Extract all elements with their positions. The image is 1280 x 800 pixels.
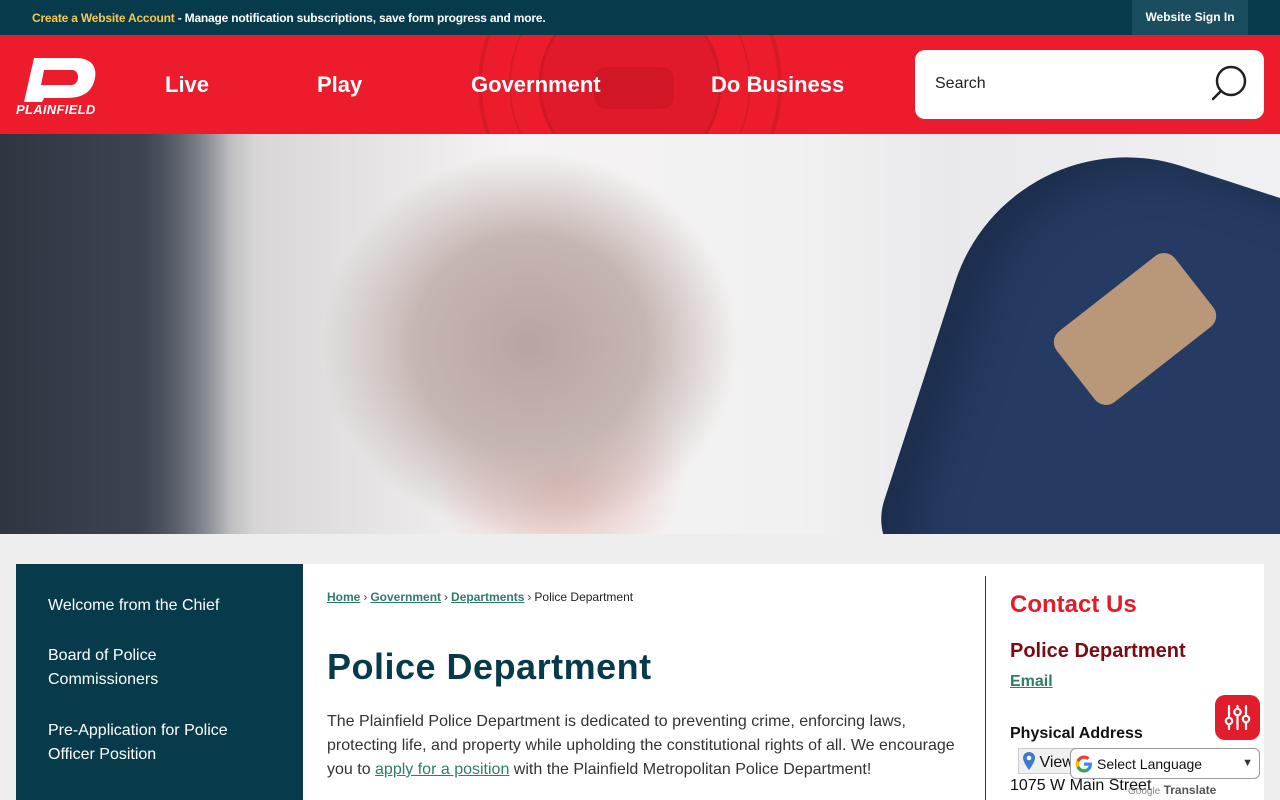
- sidebar-item-pre-application[interactable]: Pre-Application for Police Officer Posit…: [48, 719, 248, 767]
- website-sign-in-button[interactable]: Website Sign In: [1132, 0, 1248, 35]
- breadcrumb-separator: ›: [363, 590, 368, 604]
- search-input[interactable]: [935, 70, 1195, 98]
- translate-text: Translate: [1163, 783, 1217, 797]
- sidebar-nav: Welcome from the Chief Board of Police C…: [16, 564, 303, 800]
- language-select[interactable]: Select Language ▼: [1070, 748, 1260, 779]
- google-brand-text: Google: [1128, 786, 1161, 797]
- hero-left-shadow: [0, 134, 230, 534]
- nav-government[interactable]: Government: [471, 72, 601, 98]
- breadcrumb-home[interactable]: Home: [327, 590, 360, 604]
- search-box: [915, 50, 1264, 119]
- nav-play[interactable]: Play: [317, 72, 362, 98]
- intro-text-after: with the Plainfield Metropolitan Police …: [509, 761, 872, 778]
- breadcrumb-current: Police Department: [534, 590, 634, 604]
- breadcrumb-separator: ›: [444, 590, 449, 604]
- google-g-icon: [1075, 755, 1092, 773]
- contact-us-heading: Contact Us: [1010, 591, 1137, 618]
- select-language-label: Select Language: [1097, 756, 1203, 772]
- nav-do-business[interactable]: Do Business: [711, 72, 844, 98]
- intro-paragraph: The Plainfield Police Department is dedi…: [327, 710, 967, 782]
- sliders-icon: [1224, 704, 1251, 731]
- physical-address-label: Physical Address: [1010, 725, 1143, 742]
- account-message-text: - Manage notification subscriptions, sav…: [174, 11, 546, 25]
- breadcrumb-separator: ›: [527, 590, 532, 604]
- contact-department-name: Police Department: [1010, 640, 1186, 662]
- sidebar-item-board-commissioners[interactable]: Board of Police Commissioners: [48, 644, 228, 692]
- hero-banner-image: [0, 134, 1280, 534]
- contact-email-link[interactable]: Email: [1010, 673, 1053, 691]
- create-account-link[interactable]: Create a Website Account: [32, 11, 175, 25]
- breadcrumb-departments[interactable]: Departments: [451, 590, 524, 604]
- logo-wordmark[interactable]: PLAINFIELD: [16, 102, 96, 117]
- breadcrumb: Home › Government › Departments › Police Depar…: [327, 590, 633, 604]
- account-message: Create a Website Account - Manage notifi…: [32, 11, 546, 25]
- view-map-label: View: [1039, 754, 1074, 771]
- site-header: PLAINFIELD Live Play Government Do Busin…: [0, 35, 1280, 134]
- sidebar-item-welcome-chief[interactable]: Welcome from the Chief: [48, 594, 268, 618]
- map-pin-icon: [1023, 752, 1035, 770]
- top-utility-bar: Create a Website Account - Manage notifi…: [0, 0, 1280, 35]
- page-title: Police Department: [327, 646, 652, 687]
- powered-by-google-translate[interactable]: Google Translate: [1128, 783, 1216, 797]
- accessibility-filter-button[interactable]: [1215, 695, 1260, 740]
- apply-position-link[interactable]: apply for a position: [375, 761, 509, 778]
- column-divider: [985, 576, 986, 800]
- breadcrumb-government[interactable]: Government: [370, 590, 441, 604]
- search-icon[interactable]: [1209, 64, 1249, 104]
- nav-live[interactable]: Live: [165, 72, 209, 98]
- chevron-down-icon: ▼: [1242, 757, 1253, 769]
